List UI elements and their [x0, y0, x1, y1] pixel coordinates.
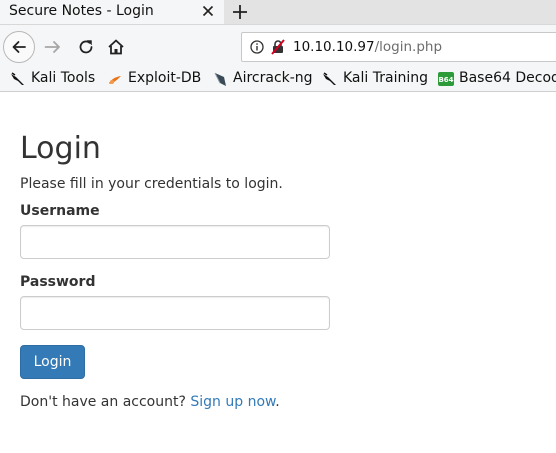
bookmark-label: Exploit-DB	[128, 70, 202, 86]
url-text: 10.10.10.97/login.php	[293, 39, 442, 56]
tab-active[interactable]: Secure Notes - Login	[0, 0, 224, 24]
tab-title: Secure Notes - Login	[9, 3, 154, 19]
new-tab-icon[interactable]	[230, 2, 250, 22]
forward-arrow-icon[interactable]	[43, 37, 63, 57]
back-arrow-icon	[12, 41, 26, 53]
page-title: Login	[20, 131, 101, 166]
info-icon[interactable]	[250, 40, 264, 54]
username-label: Username	[20, 203, 100, 219]
bookmark-label: Aircrack-ng	[233, 70, 313, 86]
insecure-lock-icon[interactable]	[270, 39, 286, 55]
home-icon[interactable]	[106, 37, 126, 57]
login-button[interactable]: Login	[20, 345, 85, 379]
bookmarks-toolbar: Kali Tools Exploit-DB Aircrack-ng Kali T…	[0, 67, 556, 92]
aircrack-icon	[214, 72, 226, 86]
kali-dragon-icon	[323, 72, 336, 85]
username-input[interactable]	[20, 225, 330, 259]
reload-icon[interactable]	[76, 37, 96, 57]
url-path: /login.php	[374, 39, 443, 55]
navigation-toolbar: 10.10.10.97/login.php	[0, 24, 556, 67]
signup-prefix: Don't have an account?	[20, 394, 191, 410]
url-host: 10.10.10.97	[293, 39, 375, 55]
close-tab-icon[interactable]	[200, 3, 216, 19]
bookmark-label: Base64 Decode	[459, 70, 556, 86]
signup-suffix: .	[275, 394, 280, 410]
exploit-db-icon	[109, 76, 121, 84]
svg-text:B64: B64	[438, 76, 453, 84]
signup-prompt: Don't have an account? Sign up now.	[20, 393, 280, 411]
bookmark-label: Kali Tools	[31, 70, 96, 86]
signup-link[interactable]: Sign up now	[190, 394, 275, 410]
password-input[interactable]	[20, 296, 330, 330]
bookmark-label: Kali Training	[343, 70, 428, 86]
b64-icon: B64	[438, 72, 454, 86]
intro-text: Please fill in your credentials to login…	[20, 176, 283, 192]
address-bar[interactable]: 10.10.10.97/login.php	[241, 32, 556, 62]
tab-bar: Secure Notes - Login	[0, 0, 556, 24]
back-button[interactable]	[3, 31, 35, 63]
password-label: Password	[20, 274, 96, 290]
kali-dragon-icon	[11, 72, 24, 85]
